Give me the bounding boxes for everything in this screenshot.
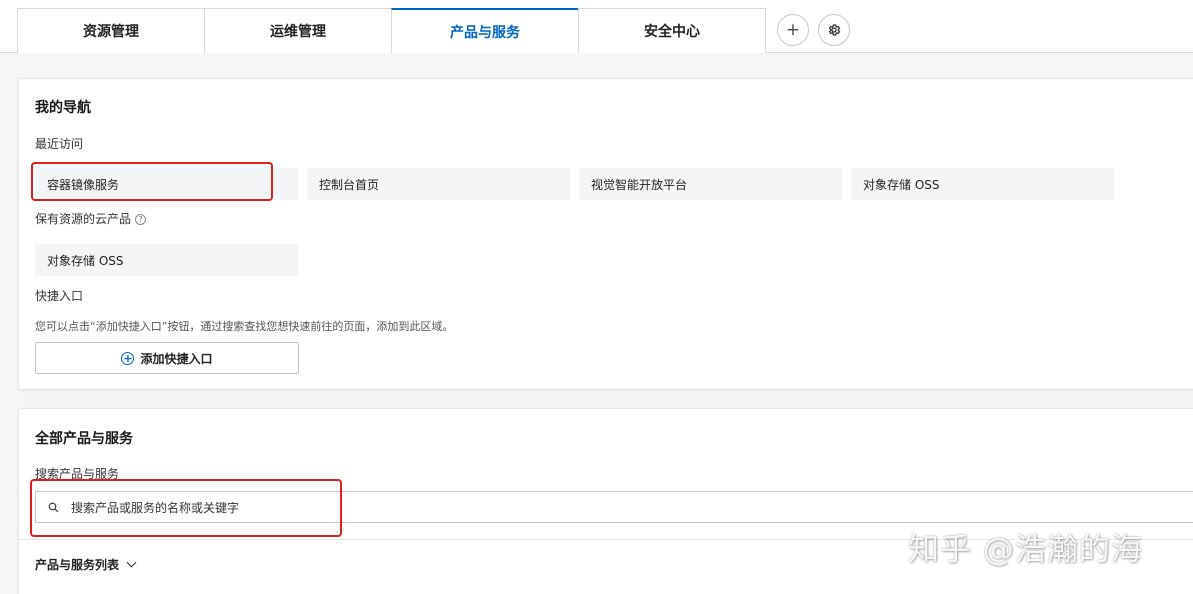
my-navigation-title: 我的导航 (35, 100, 91, 116)
tab-settings-button[interactable] (818, 14, 850, 46)
recent-item-label: 对象存储 OSS (863, 177, 940, 192)
watermark: 知乎 @浩瀚的海 (908, 532, 1143, 568)
highlight-box-recent (31, 162, 273, 201)
add-tab-button[interactable]: + (777, 14, 809, 46)
tab-products-services[interactable]: 产品与服务 (391, 8, 579, 53)
add-circle-icon: + (121, 351, 135, 365)
add-shortcut-label: 添加快捷入口 (140, 351, 213, 366)
tab-operations-management[interactable]: 运维管理 (204, 8, 392, 53)
chevron-down-icon (126, 557, 137, 568)
gear-icon (828, 24, 841, 36)
help-icon[interactable]: ? (135, 214, 147, 225)
all-products-title: 全部产品与服务 (35, 431, 133, 447)
tab-security-center[interactable]: 安全中心 (578, 8, 766, 53)
shortcut-title: 快捷入口 (35, 289, 84, 303)
recent-item-label: 视觉智能开放平台 (591, 177, 688, 192)
recent-visits-title: 最近访问 (35, 137, 84, 151)
shortcut-hint: 您可以点击“添加快捷入口”按钮，通过搜索查找您想快速前往的页面，添加到此区域。 (35, 320, 454, 333)
resource-products-label: 保有资源的云产品 (35, 212, 132, 226)
product-list-label: 产品与服务列表 (35, 558, 120, 572)
tab-resource-management[interactable]: 资源管理 (17, 8, 205, 53)
my-navigation-card: 我的导航 最近访问 容器镜像服务 控制台首页 视觉智能开放平台 对象存储 OSS… (18, 78, 1193, 390)
recent-item-label: 控制台首页 (319, 177, 380, 192)
resource-item-oss[interactable]: 对象存储 OSS (35, 244, 298, 276)
recent-item-console-home[interactable]: 控制台首页 (307, 168, 570, 200)
product-list-toggle[interactable]: 产品与服务列表 (35, 556, 137, 573)
top-tab-bar: 资源管理 运维管理 产品与服务 安全中心 + (0, 0, 1193, 53)
resource-item-label: 对象存储 OSS (47, 253, 124, 268)
recent-item-oss[interactable]: 对象存储 OSS (851, 168, 1114, 200)
recent-item-vision-platform[interactable]: 视觉智能开放平台 (579, 168, 842, 200)
tab-list: 资源管理 运维管理 产品与服务 安全中心 (17, 8, 766, 53)
resource-products-title: 保有资源的云产品? (35, 210, 147, 227)
highlight-box-search (30, 479, 342, 537)
plus-icon: + (785, 20, 801, 40)
add-shortcut-button[interactable]: + 添加快捷入口 (35, 342, 299, 374)
